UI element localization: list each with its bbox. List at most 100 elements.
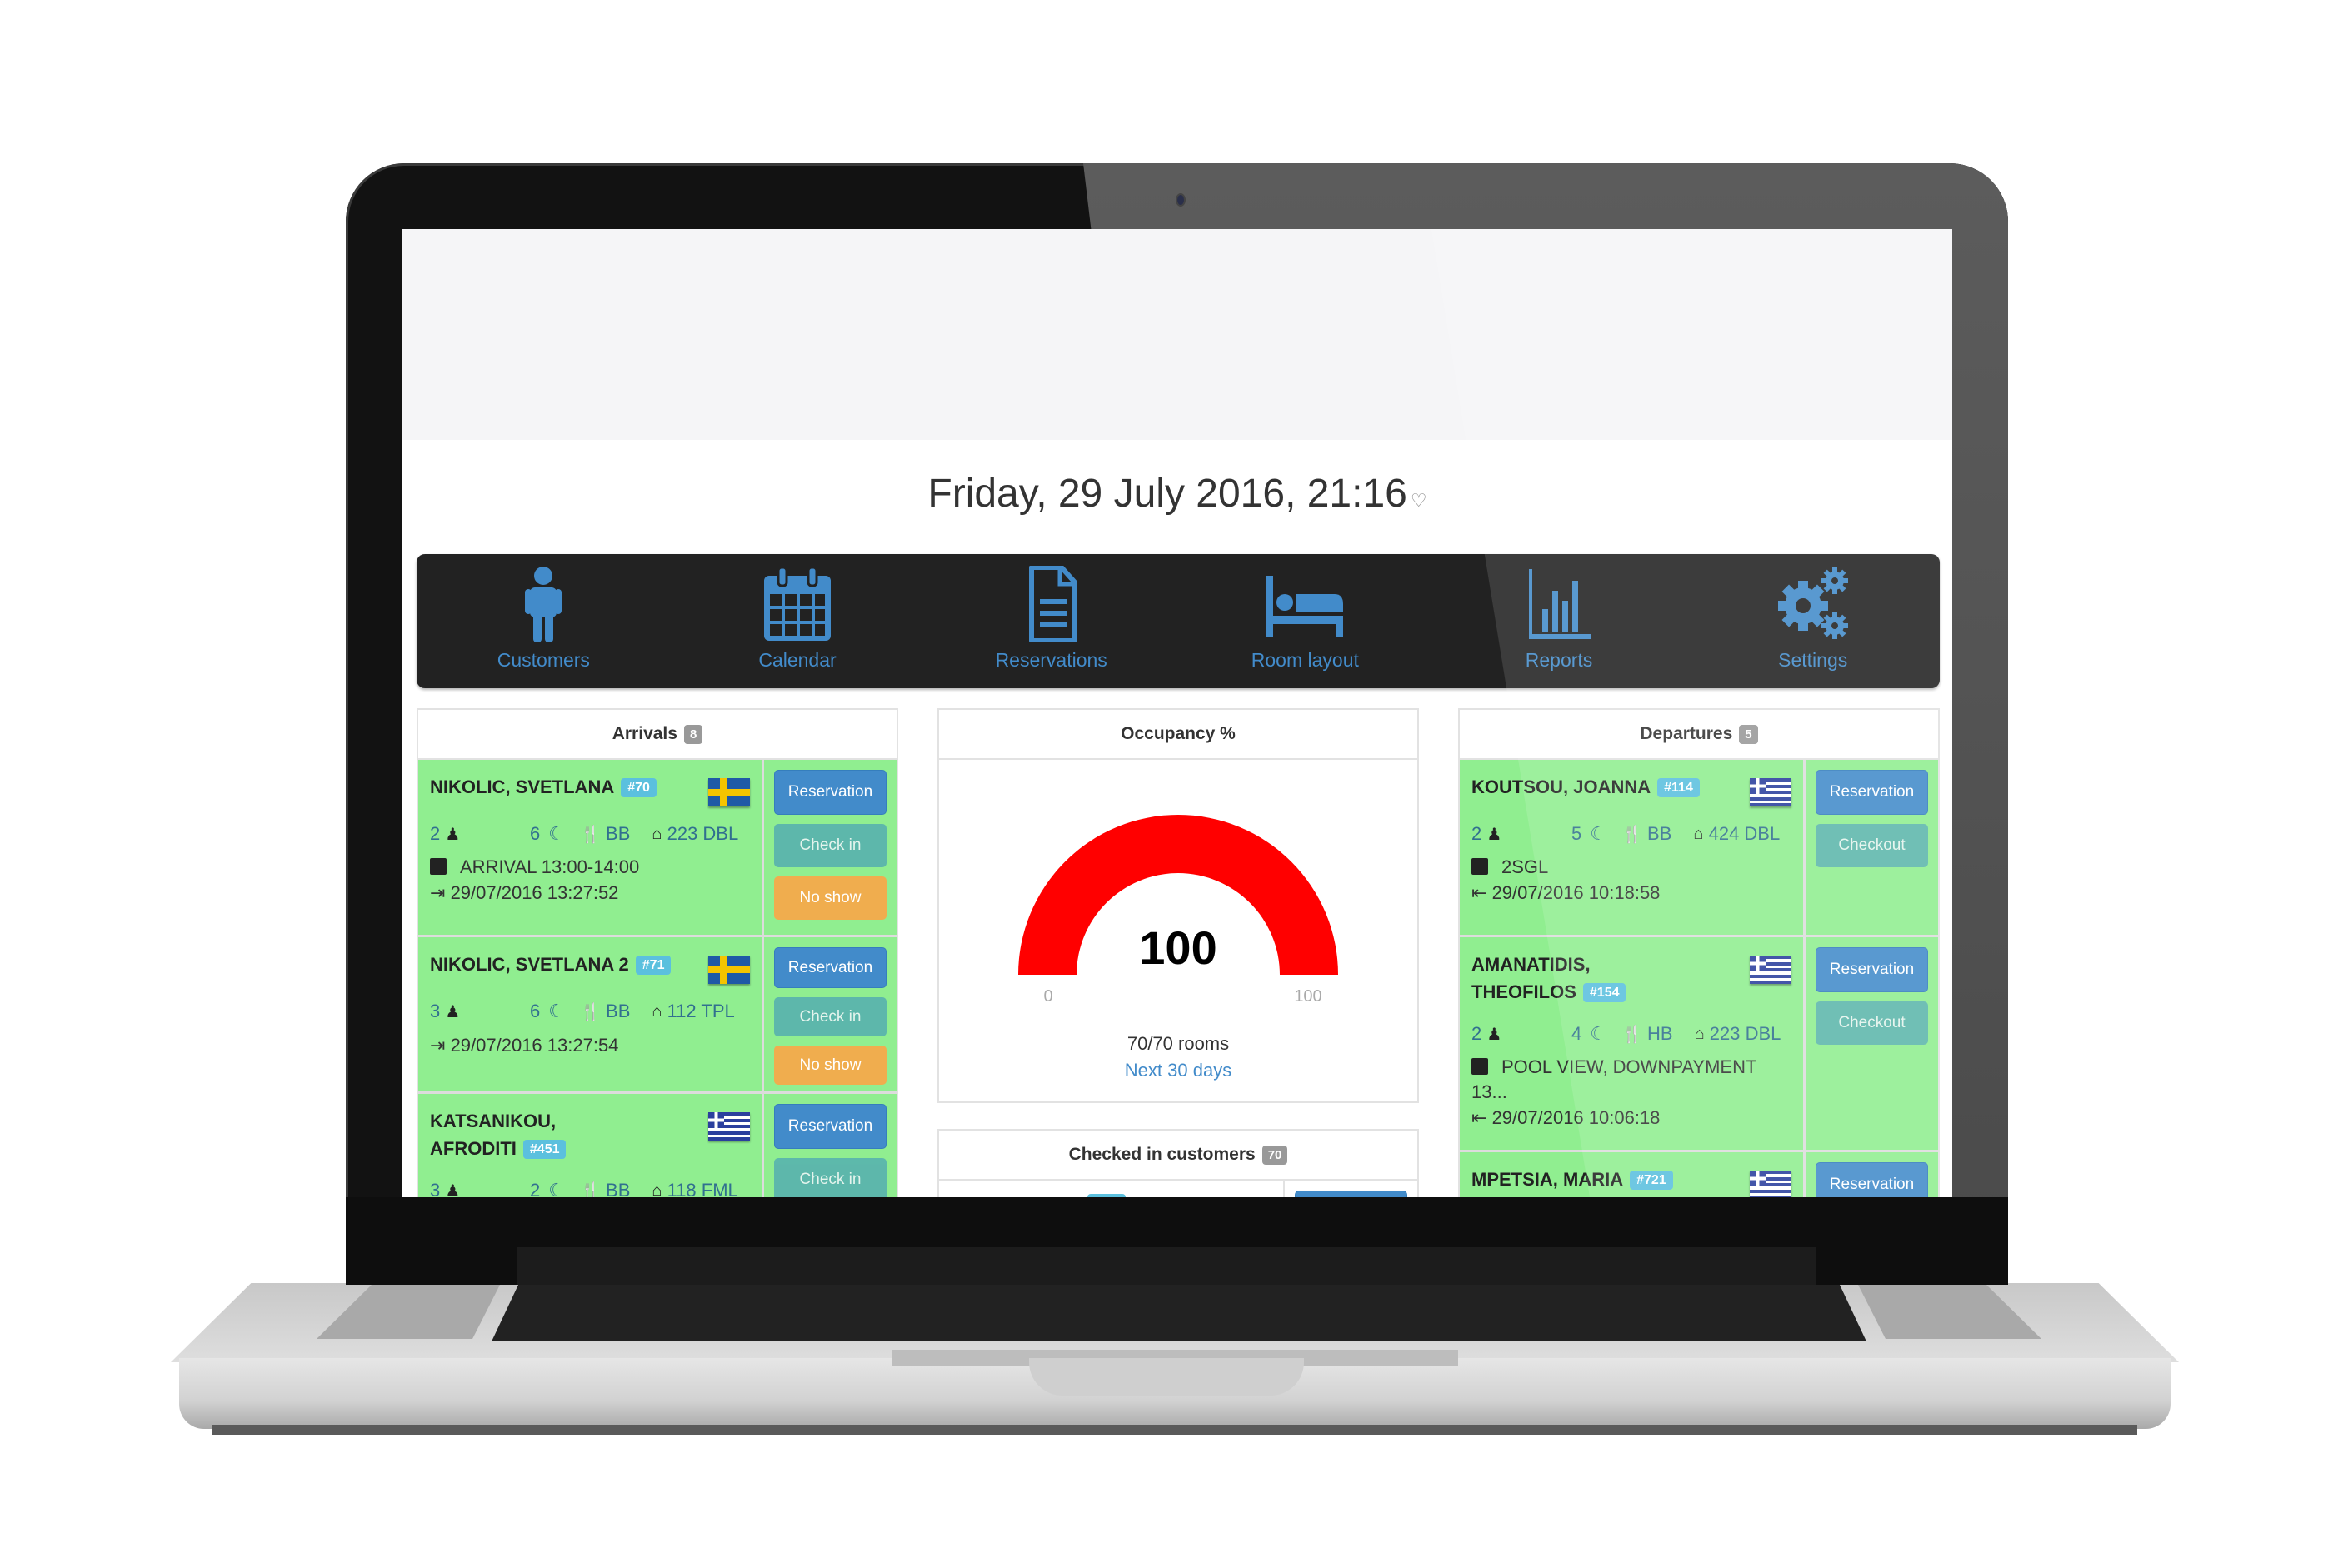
departure-actions: Reservation xyxy=(1806,1152,1938,1197)
guest-name[interactable]: NIKOLIC, SVETLANA #70 xyxy=(430,773,713,801)
nights-count: 6 xyxy=(530,1001,541,1021)
departure-row: AMANATIDIS, THEOFILOS #154 2 ♟ 4 ☾ 🍴 HB ⌂ … xyxy=(1460,937,1938,1152)
booking-stats: 3 ♟ 6 ☾ 🍴 BB ⌂ 112 TPL xyxy=(430,1001,752,1022)
guest-name[interactable]: MPETSIA, MARIA #721 xyxy=(1471,1166,1755,1194)
sweden-flag-icon xyxy=(708,778,750,806)
datetime-text: Friday, 29 July 2016, 21:16 xyxy=(927,472,1407,516)
guest-name[interactable]: KATSANIKOU, AFRODITI #451 xyxy=(430,1107,630,1163)
checkout-button[interactable]: Checkout xyxy=(1816,824,1928,867)
rooms-occupied: 70/70 rooms xyxy=(1127,1033,1230,1054)
nav-reservations[interactable]: Reservations xyxy=(924,554,1178,688)
sign-out-icon: ⇤ xyxy=(1471,882,1487,903)
heart-outline-icon[interactable]: ♡ xyxy=(1411,490,1427,511)
nav-customers[interactable]: Customers xyxy=(417,554,671,688)
person-icon xyxy=(525,567,562,642)
sign-in-icon: ⇥ xyxy=(430,1035,446,1056)
reservation-button[interactable] xyxy=(1295,1191,1407,1197)
checked-in-details xyxy=(939,1181,1285,1197)
check-in-button[interactable]: Check in xyxy=(774,997,887,1036)
nav-label: Room layout xyxy=(1251,649,1359,671)
arrival-details: NIKOLIC, SVETLANA 2 #71 3 ♟ 6 ☾ 🍴 BB ⌂ 112… xyxy=(418,937,764,1091)
reservation-id-badge xyxy=(1087,1194,1126,1197)
check-in-button[interactable]: Check in xyxy=(774,824,887,867)
gears-icon xyxy=(1777,567,1848,639)
occupancy-header: Occupancy % xyxy=(939,710,1417,760)
checked-in-header: Checked in customers 70 xyxy=(939,1131,1417,1181)
checked-in-row xyxy=(939,1181,1417,1197)
cutlery-icon: 🍴 xyxy=(579,1002,601,1021)
nav-settings[interactable]: Settings xyxy=(1686,554,1940,688)
nav-reports[interactable]: Reports xyxy=(1432,554,1686,688)
board-type: HB xyxy=(1647,1023,1673,1044)
greece-flag-icon xyxy=(1750,778,1791,806)
board-type: BB xyxy=(606,1001,631,1021)
panel-title: Arrivals xyxy=(612,724,677,743)
reservation-button[interactable]: Reservation xyxy=(1816,947,1928,992)
arrival-details: KATSANIKOU, AFRODITI #451 3 ♟ 2 ☾ 🍴 BB ⌂ 1… xyxy=(418,1094,764,1197)
reservation-id-badge: #71 xyxy=(635,956,672,975)
nights-count: 4 xyxy=(1571,1023,1582,1044)
note-icon xyxy=(430,858,447,875)
home-icon: ⌂ xyxy=(1694,1024,1705,1043)
cutlery-icon: 🍴 xyxy=(1621,1025,1642,1044)
checked-in-actions xyxy=(1285,1181,1417,1197)
period-link[interactable]: Next 30 days xyxy=(939,1060,1417,1081)
nav-calendar[interactable]: Calendar xyxy=(671,554,925,688)
laptop-foot xyxy=(212,1425,2137,1435)
person-icon: ♟ xyxy=(1486,1026,1502,1044)
webcam xyxy=(1177,195,1184,205)
sweden-flag-icon xyxy=(708,956,750,984)
nights-count: 5 xyxy=(1571,823,1582,844)
departure-details: MPETSIA, MARIA #721 xyxy=(1460,1152,1806,1197)
arrival-row: NIKOLIC, SVETLANA #70 2 ♟ 6 ☾ 🍴 BB ⌂ 223 D… xyxy=(418,760,897,937)
person-icon: ♟ xyxy=(445,1182,461,1197)
main-navbar: Customers Calendar Reservations Room lay… xyxy=(417,554,1940,688)
moon-icon: ☾ xyxy=(1590,1023,1606,1044)
reservation-id-badge: #721 xyxy=(1630,1171,1673,1190)
person-icon: ♟ xyxy=(445,1003,461,1021)
room-number: 118 FML xyxy=(667,1180,738,1197)
gauge-max-label: 100 xyxy=(1294,987,1321,1006)
hinge xyxy=(517,1247,1816,1285)
current-datetime: Friday, 29 July 2016, 21:16 ♡ xyxy=(402,471,1952,517)
note-icon xyxy=(1471,858,1488,875)
room-number: 424 DBL xyxy=(1708,823,1781,844)
occupancy-gauge: 100 0 100 70/70 rooms Next 30 days xyxy=(939,760,1417,1100)
gauge-min-label: 0 xyxy=(1043,987,1052,1006)
room-number: 223 DBL xyxy=(1709,1023,1781,1044)
no-show-button[interactable]: No show xyxy=(774,876,887,920)
reservation-button[interactable]: Reservation xyxy=(774,1104,887,1149)
nav-label: Customers xyxy=(497,649,590,671)
nav-label: Reports xyxy=(1525,649,1593,671)
board-type: BB xyxy=(1647,823,1672,844)
checked-in-panel: Checked in customers 70 xyxy=(937,1129,1419,1197)
guest-name-text: NIKOLIC, SVETLANA xyxy=(430,777,615,797)
departure-actions: Reservation Checkout xyxy=(1806,937,1938,1150)
guest-name[interactable]: NIKOLIC, SVETLANA 2 #71 xyxy=(430,951,713,979)
checkout-button[interactable]: Checkout xyxy=(1816,1001,1928,1045)
booking-note: 2SGL xyxy=(1471,855,1793,880)
panel-title: Occupancy % xyxy=(1121,724,1236,743)
sign-out-icon: ⇤ xyxy=(1471,1107,1487,1128)
departure-row: KOUTSOU, JOANNA #114 2 ♟ 5 ☾ 🍴 BB ⌂ 424 DB… xyxy=(1460,760,1938,937)
departure-timestamp: ⇤ 29/07/2016 10:18:58 xyxy=(1471,882,1661,903)
nav-room-layout[interactable]: Room layout xyxy=(1178,554,1432,688)
reservation-button[interactable]: Reservation xyxy=(774,770,887,815)
reservation-button[interactable]: Reservation xyxy=(774,947,887,988)
check-in-button[interactable]: Check in xyxy=(774,1158,887,1197)
departure-row: MPETSIA, MARIA #721 Reservation xyxy=(1460,1152,1938,1197)
arrival-row: KATSANIKOU, AFRODITI #451 3 ♟ 2 ☾ 🍴 BB ⌂ 1… xyxy=(418,1094,897,1197)
reservation-button[interactable]: Reservation xyxy=(1816,1162,1928,1197)
guest-count: 3 ♟ xyxy=(430,1180,530,1197)
no-show-button[interactable]: No show xyxy=(774,1046,887,1085)
reservation-button[interactable]: Reservation xyxy=(1816,770,1928,815)
moon-icon: ☾ xyxy=(1590,823,1606,844)
home-icon: ⌂ xyxy=(652,824,662,843)
guest-name[interactable]: KOUTSOU, JOANNA #114 xyxy=(1471,773,1755,801)
booking-stats: 2 ♟ 6 ☾ 🍴 BB ⌂ 223 DBL xyxy=(430,823,752,845)
bed-icon xyxy=(1266,576,1344,637)
greece-flag-icon xyxy=(708,1112,750,1141)
guest-name[interactable]: AMANATIDIS, THEOFILOS #154 xyxy=(1471,951,1688,1006)
arrival-actions: Reservation Check in No show xyxy=(764,937,897,1091)
board-type: BB xyxy=(606,823,631,844)
